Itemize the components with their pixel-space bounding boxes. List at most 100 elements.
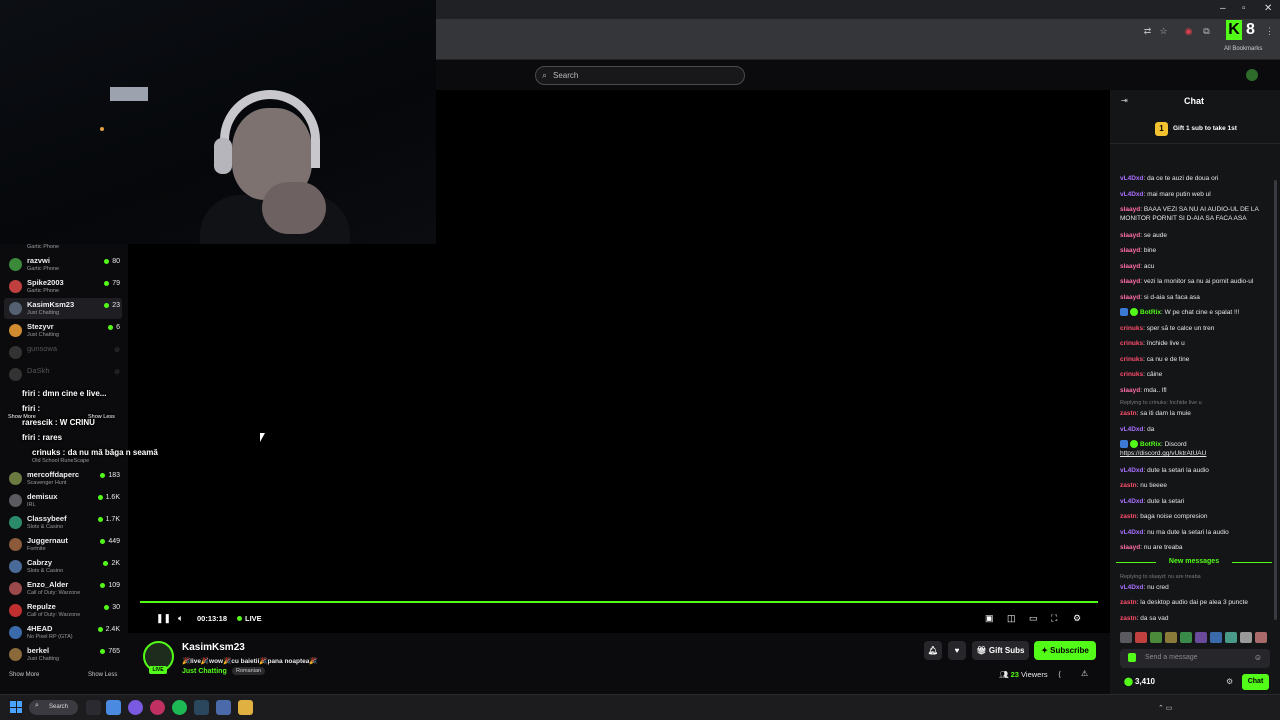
chat-username[interactable]: zastn (1120, 482, 1137, 489)
chat-username[interactable]: vL4Dxd (1120, 467, 1143, 474)
collapse-chat-icon[interactable]: ⇥ (1121, 96, 1128, 105)
language-tag[interactable]: Romanian (232, 667, 266, 675)
sidebar-channel-item[interactable]: Stezyvr Just Chatting 6 (4, 320, 122, 341)
progress-bar[interactable] (140, 601, 1098, 603)
new-messages-divider[interactable]: New messages (1116, 558, 1272, 568)
browser-menu-icon[interactable]: ⋮ (1264, 26, 1275, 37)
follow-heart-button[interactable]: ♥ (948, 641, 966, 660)
streamer-name[interactable]: KasimKsm23 (182, 642, 245, 653)
chat-username[interactable]: slaayd (1120, 263, 1140, 270)
sidebar-channel-item[interactable]: KasimKsm23 Just Chatting 23 (4, 298, 122, 319)
sidebar-channel-item[interactable]: Cabrzy Slots & Casino 2K (4, 556, 122, 577)
taskbar-search[interactable]: ⌕ Search (29, 700, 78, 715)
chat-username[interactable]: zastn (1120, 513, 1137, 520)
chat-username[interactable]: crinuks (1120, 356, 1143, 363)
maximize-icon[interactable]: ▫ (1242, 3, 1246, 14)
chat-username[interactable]: slaayd (1120, 206, 1140, 213)
show-more-link[interactable]: Show More (9, 672, 39, 678)
steam-app-icon[interactable] (194, 700, 209, 715)
chat-username[interactable]: slaayd (1120, 247, 1140, 254)
chat-username[interactable]: slaayd (1120, 294, 1140, 301)
emote-icon[interactable] (1150, 632, 1162, 643)
sidebar-channel-item[interactable]: Repulze Call of Duty: Warzone 30 (4, 600, 122, 621)
fullscreen-icon[interactable]: ⛶ (1051, 613, 1057, 624)
extensions-puzzle-icon[interactable]: ⧉ (1201, 26, 1212, 37)
notification-bell-button[interactable]: 🔔︎ (924, 641, 942, 660)
sidebar-channel-item[interactable]: razvwi Gartic Phone 80 (4, 254, 122, 275)
chat-username[interactable]: vL4Dxd (1120, 426, 1143, 433)
extension-icon[interactable]: ◉ (1183, 26, 1194, 37)
sidebar-channel-item[interactable]: Spike2003 Gartic Phone 79 (4, 276, 122, 297)
pause-icon[interactable]: ❚❚ (156, 613, 171, 624)
settings-gear-icon[interactable]: ⚙ (1073, 613, 1081, 624)
chat-username[interactable]: slaayd (1120, 544, 1140, 551)
chat-username[interactable]: BotRix (1140, 309, 1161, 316)
show-less-link[interactable]: Show Less (88, 672, 117, 678)
chat-username[interactable]: crinuks (1120, 371, 1143, 378)
sidebar-channel-item[interactable]: Juggernaut Fortnite 449 (4, 534, 122, 555)
gift-subs-button[interactable]: 🎁︎ Gift Subs (972, 641, 1029, 660)
system-tray-icon[interactable]: ⌃ ▭ (1158, 704, 1172, 712)
share-icon[interactable]: ⟨ (1058, 670, 1061, 679)
channel-points[interactable]: ⬤ 3,410 (1124, 677, 1155, 686)
sidebar-channel-item[interactable]: mercoffdaperc Scavenger Hunt 183 (4, 468, 122, 489)
settings-app-icon[interactable] (216, 700, 231, 715)
all-bookmarks-link[interactable]: All Bookmarks (1224, 46, 1262, 52)
sidebar-channel-item[interactable]: demisux IRL 1.6K (4, 490, 122, 511)
discord-app-icon[interactable] (128, 700, 143, 715)
sidebar-channel-item[interactable]: DaSkh ⊘ (4, 364, 122, 385)
clip-icon[interactable]: ▣ (985, 613, 994, 624)
close-icon[interactable]: ✕ (1264, 3, 1272, 14)
chat-username[interactable]: vL4Dxd (1120, 529, 1143, 536)
chat-username[interactable]: vL4Dxd (1120, 498, 1143, 505)
emote-icon[interactable] (1195, 632, 1207, 643)
chat-message-input[interactable]: Send a message ☺ (1120, 649, 1270, 668)
obs-app-icon[interactable] (150, 700, 165, 715)
sidebar-channel-item[interactable]: Classybeef Slots & Casino 1.7K (4, 512, 122, 533)
sidebar-channel-item[interactable]: Enzo_Alder Call of Duty: Warzone 109 (4, 578, 122, 599)
chat-scrollbar[interactable] (1274, 180, 1277, 620)
spotify-app-icon[interactable] (172, 700, 187, 715)
chat-username[interactable]: slaayd (1120, 278, 1140, 285)
emote-icon[interactable] (1225, 632, 1237, 643)
chat-username[interactable]: zastn (1120, 615, 1137, 622)
emote-icon[interactable] (1120, 632, 1132, 643)
chat-username[interactable]: slaayd (1120, 232, 1140, 239)
report-warning-icon[interactable]: ⚠ (1081, 669, 1088, 678)
kick-extension-badge[interactable]: K 8 (1226, 19, 1262, 41)
emote-icon[interactable] (1210, 632, 1222, 643)
volume-icon[interactable]: 🔈︎ (178, 613, 183, 624)
subscribe-button[interactable]: ✦ Subscribe (1034, 641, 1096, 660)
sidebar-channel-item[interactable]: gunsowa ⊘ (4, 342, 122, 363)
emoji-icon[interactable]: ☺ (1254, 653, 1262, 662)
translate-icon[interactable]: ⇄ (1142, 26, 1153, 37)
chat-username[interactable]: vL4Dxd (1120, 175, 1143, 182)
minimize-icon[interactable]: – (1220, 3, 1226, 14)
task-view-icon[interactable] (86, 700, 101, 715)
sidebar-channel-item[interactable]: 4HEAD No Pixel RP (GTA) 2.4K (4, 622, 122, 643)
chat-username[interactable]: zastn (1120, 410, 1137, 417)
send-chat-button[interactable]: Chat (1242, 674, 1269, 690)
file-explorer-icon[interactable] (238, 700, 253, 715)
chat-username[interactable]: crinuks (1120, 340, 1143, 347)
emote-icon[interactable] (1255, 632, 1267, 643)
emote-icon[interactable] (1180, 632, 1192, 643)
emote-icon[interactable] (1135, 632, 1147, 643)
theater-mode-icon[interactable]: ▭ (1029, 613, 1038, 624)
chat-username[interactable]: zastn (1120, 599, 1137, 606)
search-input[interactable]: ⌕ Search (535, 66, 745, 85)
emote-icon[interactable] (1165, 632, 1177, 643)
discord-invite-link[interactable]: https://discord.gg/vUktrAtUAU (1120, 450, 1206, 457)
chat-settings-icon[interactable]: ⚙ (1226, 677, 1233, 686)
chat-username[interactable]: slaayd (1120, 387, 1140, 394)
chat-username[interactable]: BotRix (1140, 441, 1161, 448)
emote-icon[interactable] (1240, 632, 1252, 643)
bookmark-star-icon[interactable]: ☆ (1158, 26, 1169, 37)
stream-category-link[interactable]: Just Chatting (182, 668, 227, 675)
windows-start-icon[interactable] (10, 701, 22, 713)
chrome-app-icon[interactable] (106, 700, 121, 715)
chat-username[interactable]: vL4Dxd (1120, 584, 1143, 591)
sidebar-channel-item[interactable]: berkel Just Chatting 765 (4, 644, 122, 665)
chat-username[interactable]: vL4Dxd (1120, 191, 1143, 198)
user-avatar[interactable] (1246, 69, 1258, 81)
